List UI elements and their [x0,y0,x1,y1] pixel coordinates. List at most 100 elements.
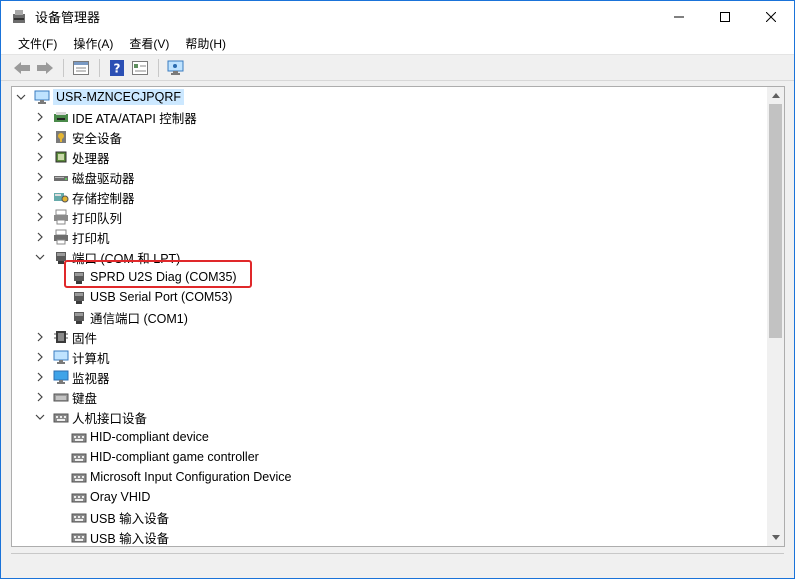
scrollbar-thumb[interactable] [769,104,782,338]
chevron-down-icon[interactable] [15,91,27,103]
window-title: 设备管理器 [35,10,101,25]
processor-icon [53,149,69,165]
maximize-icon [720,11,730,22]
scroll-up-button[interactable] [767,87,784,104]
tree-item[interactable]: USB Serial Port (COM53) [71,287,232,307]
tree-item-label: 人机接口设备 [72,411,148,426]
tree-item[interactable]: 安全设备 [34,127,122,147]
help-button[interactable]: ? [106,57,128,79]
hid-icon [71,489,87,505]
chevron-right-icon[interactable] [34,151,46,163]
tree-item[interactable]: 固件 [34,327,97,347]
tree-item[interactable]: IDE ATA/ATAPI 控制器 [34,107,197,127]
tree-item[interactable]: Oray VHID [71,487,150,507]
printer-icon [53,229,69,245]
computer-icon [53,349,69,365]
status-cell [11,553,784,572]
title-bar[interactable]: 设备管理器 [1,1,794,32]
menu-action[interactable]: 操作(A) [65,35,121,52]
tree-item[interactable]: 打印队列 [34,207,122,227]
keyboard-icon [53,389,69,405]
tree-item-label: IDE ATA/ATAPI 控制器 [72,111,197,126]
tree-item[interactable]: 计算机 [34,347,110,367]
tree-item[interactable]: 监视器 [34,367,110,387]
print-queue-icon [53,209,69,225]
properties-button[interactable] [70,57,92,79]
chevron-right-icon[interactable] [34,231,46,243]
tree-item[interactable]: 通信端口 (COM1) [71,307,188,327]
storage-controller-icon [53,189,69,205]
chevron-up-icon [771,93,780,98]
highlight-annotation-box [64,260,252,288]
chevron-right-icon[interactable] [34,371,46,383]
toolbar-separator [158,58,159,77]
security-device-icon [53,129,69,145]
tree-item-label: 通信端口 (COM1) [90,311,188,326]
menu-view[interactable]: 查看(V) [121,35,177,52]
tree-item-label: 键盘 [72,391,98,406]
tree-item-label: Oray VHID [90,490,151,504]
scan-hardware-button[interactable] [165,57,187,79]
chevron-right-icon[interactable] [34,171,46,183]
hid-icon [53,409,69,425]
toolbar-separator [63,58,64,77]
firmware-icon [53,329,69,345]
tree-item-label: USB Serial Port (COM53) [90,290,233,304]
forward-icon [37,61,53,74]
back-icon [14,61,30,74]
chevron-right-icon[interactable] [34,391,46,403]
chevron-down-icon[interactable] [34,251,46,263]
tree-item[interactable]: HID-compliant game controller [71,447,259,467]
tree-item[interactable]: USR-MZNCECJPQRF [15,87,184,107]
tree-item[interactable]: 打印机 [34,227,110,247]
hid-icon [71,529,87,545]
tree-item-label: USR-MZNCECJPQRF [53,89,184,105]
menu-file[interactable]: 文件(F) [1,35,65,52]
chevron-right-icon[interactable] [34,191,46,203]
tree-item[interactable]: Microsoft Input Configuration Device [71,467,291,487]
disk-drive-icon [53,169,69,185]
tree-item-label: 监视器 [72,371,110,386]
port-icon [71,289,87,305]
vertical-scrollbar[interactable] [767,87,784,546]
minimize-button[interactable] [656,1,702,32]
chevron-right-icon[interactable] [34,131,46,143]
device-manager-window: 设备管理器 文件(F) 操作(A) 查看(V) 帮助(H) ? USR-MZNC… [0,0,795,579]
tree-item[interactable]: 磁盘驱动器 [34,167,135,187]
chevron-right-icon[interactable] [34,111,46,123]
hid-icon [71,429,87,445]
svg-text:?: ? [114,61,121,75]
tree-item-label: USB 输入设备 [90,511,170,526]
tree-item[interactable]: 键盘 [34,387,97,407]
hid-icon [71,449,87,465]
view-button[interactable] [129,57,151,79]
maximize-button[interactable] [702,1,748,32]
properties-icon [73,60,89,75]
tree-item[interactable]: 人机接口设备 [34,407,147,427]
hid-icon [71,509,87,525]
tree-item[interactable]: HID-compliant device [71,427,209,447]
chevron-right-icon[interactable] [34,351,46,363]
device-tree[interactable]: USR-MZNCECJPQRF IDE ATA/ATAPI 控制器 安全设备 处理器磁… [11,86,785,547]
tree-item-label: 计算机 [72,351,110,366]
scroll-down-button[interactable] [767,529,784,546]
tree-item-label: HID-compliant game controller [90,450,259,464]
minimize-icon [674,16,684,17]
tree-item[interactable]: USB 输入设备 [71,527,169,546]
tree-item-label: 打印队列 [72,211,123,226]
close-button[interactable] [748,1,794,32]
back-button[interactable] [11,57,33,79]
forward-button[interactable] [34,57,56,79]
chevron-right-icon[interactable] [34,211,46,223]
menu-help[interactable]: 帮助(H) [177,35,234,52]
chevron-right-icon[interactable] [34,331,46,343]
chevron-down-icon[interactable] [34,411,46,423]
tree-item[interactable]: 处理器 [34,147,110,167]
tree-item[interactable]: 存储控制器 [34,187,135,207]
tree-item-label: 安全设备 [72,131,123,146]
tree-item[interactable]: USB 输入设备 [71,507,169,527]
hid-icon [71,469,87,485]
tree-item-label: 打印机 [72,231,110,246]
view-icon [132,60,148,75]
ide-icon [53,109,69,125]
